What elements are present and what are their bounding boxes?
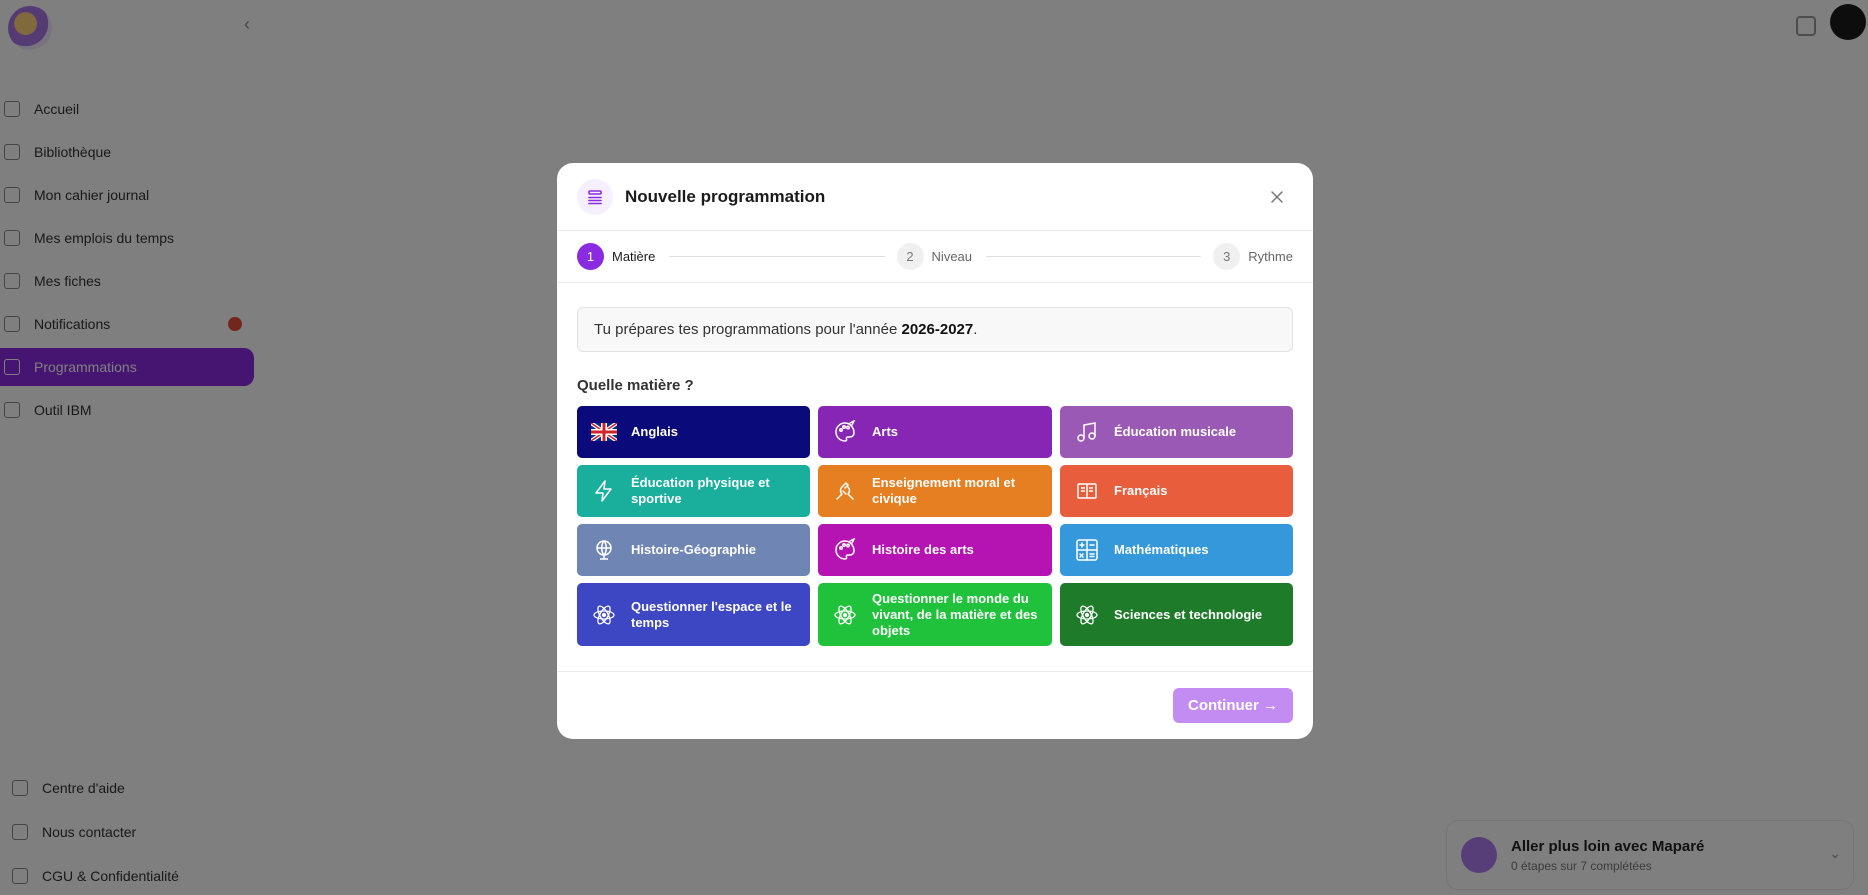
subject-mathematiques[interactable]: Mathématiques <box>1060 524 1293 576</box>
subject-label: Français <box>1114 483 1168 498</box>
step-connector <box>986 256 1202 257</box>
subject-histoire-des-arts[interactable]: Histoire des arts <box>818 524 1052 576</box>
subject-emc[interactable]: Enseignement moral et civique <box>818 465 1052 517</box>
modal-header: Nouvelle programmation <box>557 163 1313 231</box>
lightning-icon <box>591 478 617 504</box>
step-rythme: 3 Rythme <box>1213 243 1293 270</box>
subject-eps[interactable]: Éducation physique et sportive <box>577 465 810 517</box>
new-programmation-modal: Nouvelle programmation 1 Matière 2 Nivea… <box>557 163 1313 739</box>
info-prefix: Tu prépares tes programmations pour l'an… <box>594 321 902 338</box>
atom-icon <box>1074 602 1100 628</box>
info-suffix: . <box>973 321 978 338</box>
subject-anglais[interactable]: Anglais <box>577 406 810 458</box>
school-year: 2026-2027 <box>901 321 974 338</box>
atom-icon <box>832 602 858 628</box>
step-number: 3 <box>1213 243 1241 270</box>
subject-grid: Anglais Arts Éducation musicale Éducatio… <box>577 406 1293 653</box>
step-number: 2 <box>896 243 924 270</box>
subject-label: Questionner le monde du vivant, de la ma… <box>872 590 1038 638</box>
stepper: 1 Matière 2 Niveau 3 Rythme <box>557 231 1313 283</box>
subject-label: Sciences et technologie <box>1114 606 1263 622</box>
step-number: 1 <box>577 243 604 270</box>
subject-question: Quelle matière ? <box>577 377 694 394</box>
subject-questionner-espace-temps[interactable]: Questionner l'espace et le temps <box>577 583 810 646</box>
modal-footer: Continuer → <box>557 671 1313 739</box>
hands-icon <box>832 478 858 504</box>
subject-label: Éducation musicale <box>1114 424 1237 439</box>
subject-label: Histoire des arts <box>872 542 974 557</box>
continue-button[interactable]: Continuer → <box>1173 688 1293 723</box>
globe-icon <box>591 537 617 563</box>
step-connector <box>669 256 885 257</box>
step-matiere: 1 Matière <box>577 243 655 270</box>
uk-flag-icon <box>591 419 617 445</box>
step-label: Matière <box>612 249 656 264</box>
palette-icon <box>832 419 858 445</box>
step-niveau: 2 Niveau <box>896 243 973 270</box>
subject-label: Anglais <box>631 424 678 439</box>
book-icon <box>1074 478 1100 504</box>
music-note-icon <box>1074 419 1100 445</box>
subject-label: Questionner l'espace et le temps <box>631 598 792 630</box>
subject-arts[interactable]: Arts <box>818 406 1052 458</box>
calculator-icon <box>1074 537 1100 563</box>
step-label: Rythme <box>1248 249 1293 264</box>
subject-francais[interactable]: Français <box>1060 465 1293 517</box>
subject-questionner-monde-vivant[interactable]: Questionner le monde du vivant, de la ma… <box>818 583 1052 646</box>
info-text: Tu prépares tes programmations pour l'an… <box>594 321 977 338</box>
subject-label: Enseignement moral et civique <box>872 475 1016 506</box>
subject-label: Mathématiques <box>1114 542 1209 557</box>
close-icon[interactable] <box>1267 187 1287 207</box>
subject-education-musicale[interactable]: Éducation musicale <box>1060 406 1293 458</box>
subject-label: Arts <box>872 424 899 439</box>
palette-icon <box>832 537 858 563</box>
list-icon <box>577 178 613 215</box>
modal-title: Nouvelle programmation <box>625 186 826 206</box>
atom-icon <box>591 602 617 628</box>
school-year-info: Tu prépares tes programmations pour l'an… <box>577 307 1293 352</box>
subject-label: Éducation physique et sportive <box>631 475 770 506</box>
subject-histoire-geographie[interactable]: Histoire-Géographie <box>577 524 810 576</box>
subject-label: Histoire-Géographie <box>631 542 756 557</box>
step-label: Niveau <box>931 249 973 264</box>
subject-sciences-technologie[interactable]: Sciences et technologie <box>1060 583 1293 646</box>
